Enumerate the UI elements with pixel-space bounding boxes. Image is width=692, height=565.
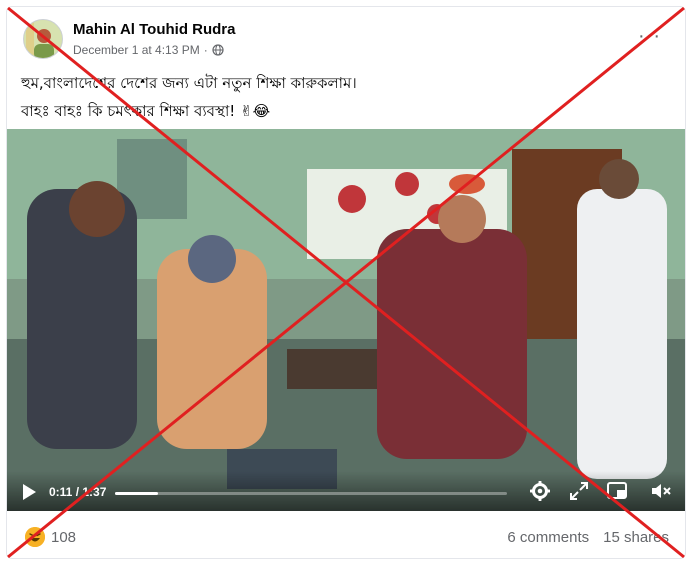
video-player[interactable]: 0:11 / 1:37 xyxy=(7,129,685,511)
author-name[interactable]: Mahin Al Touhid Rudra xyxy=(73,21,235,38)
pip-icon[interactable] xyxy=(607,482,627,500)
avatar-image xyxy=(24,20,62,58)
video-progress-bar[interactable] xyxy=(115,492,507,495)
video-frame xyxy=(7,129,685,511)
more-icon[interactable]: ··· xyxy=(638,25,661,48)
post-header: Mahin Al Touhid Rudra December 1 at 4:13… xyxy=(7,7,685,67)
post-meta: December 1 at 4:13 PM · xyxy=(73,43,224,57)
engagement-counts: 6 comments 15 shares xyxy=(507,529,669,546)
haha-icon xyxy=(25,527,45,547)
meta-separator: · xyxy=(203,43,208,57)
video-controls: 0:11 / 1:37 xyxy=(7,471,685,511)
comments-link[interactable]: 6 comments xyxy=(507,529,589,546)
post-text-line-2: বাহঃ বাহঃ কি চমৎকার শিক্ষা ব্যবস্থা! ✌😂 xyxy=(21,102,271,120)
shares-link[interactable]: 15 shares xyxy=(603,529,669,546)
globe-icon xyxy=(212,44,224,56)
post-text-line-1: হুম,বাংলাদেশের দেশের জন্য এটা নতুন শিক্ষ… xyxy=(21,74,357,92)
volume-icon[interactable] xyxy=(650,482,672,500)
reactions-summary[interactable]: 108 xyxy=(25,527,76,547)
post-text: হুম,বাংলাদেশের দেশের জন্য এটা নতুন শিক্ষ… xyxy=(21,69,357,125)
video-time: 0:11 / 1:37 xyxy=(49,485,107,499)
post-card: Mahin Al Touhid Rudra December 1 at 4:13… xyxy=(6,6,686,559)
fullscreen-icon[interactable] xyxy=(570,482,588,500)
post-footer: 108 6 comments 15 shares xyxy=(7,511,685,558)
post-timestamp[interactable]: December 1 at 4:13 PM xyxy=(73,43,200,57)
settings-icon[interactable] xyxy=(530,481,550,501)
play-icon[interactable] xyxy=(21,483,37,501)
reaction-count: 108 xyxy=(51,528,77,546)
author-avatar[interactable] xyxy=(23,19,63,59)
video-progress-fill xyxy=(115,492,159,495)
